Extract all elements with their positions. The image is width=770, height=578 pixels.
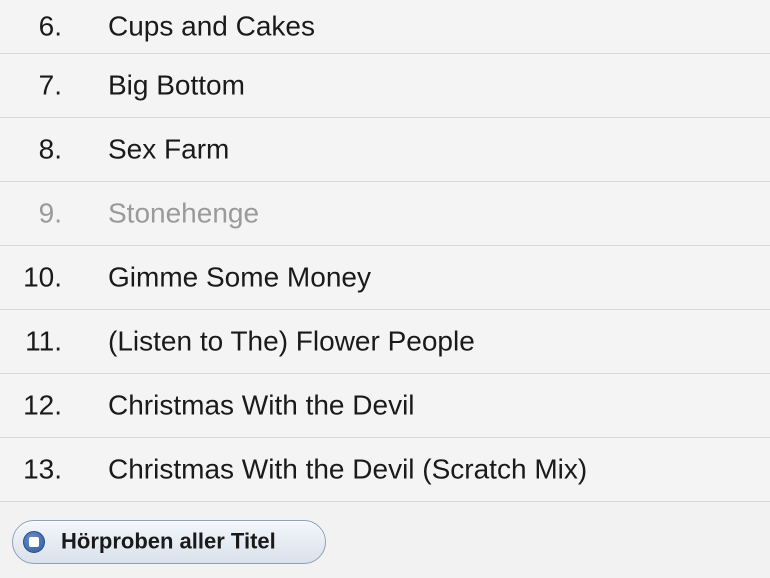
preview-all-label: Hörproben aller Titel <box>61 528 276 554</box>
track-number: 9. <box>38 196 62 228</box>
track-row-unavailable: 9. Stonehenge <box>0 182 770 246</box>
track-row[interactable]: 8. Sex Farm <box>0 118 770 182</box>
stop-icon <box>23 531 45 553</box>
track-title[interactable]: (Listen to The) Flower People <box>108 325 475 357</box>
track-row[interactable]: 12. Christmas With the Devil <box>0 374 770 438</box>
track-row[interactable]: 7. Big Bottom <box>0 54 770 118</box>
track-number: 12. <box>23 388 62 420</box>
track-row[interactable]: 13. Christmas With the Devil (Scratch Mi… <box>0 438 770 502</box>
track-number: 7. <box>38 68 62 100</box>
track-title: Stonehenge <box>108 196 260 228</box>
track-number: 8. <box>38 132 62 164</box>
track-row[interactable]: 6. Cups and Cakes <box>0 0 770 54</box>
track-title[interactable]: Sex Farm <box>108 133 229 165</box>
track-title[interactable]: Cups and Cakes <box>108 10 315 42</box>
track-number: 10. <box>23 260 62 292</box>
preview-all-button[interactable]: Hörproben aller Titel <box>12 520 326 564</box>
tracklist-footer: Hörproben aller Titel <box>0 511 770 578</box>
track-row[interactable]: 10. Gimme Some Money <box>0 246 770 310</box>
track-row[interactable]: 11. (Listen to The) Flower People <box>0 310 770 374</box>
track-title[interactable]: Gimme Some Money <box>108 261 371 293</box>
track-number: 13. <box>23 452 62 484</box>
track-list: 6. Cups and Cakes 7. Big Bottom 8. Sex F… <box>0 0 770 502</box>
track-title[interactable]: Christmas With the Devil (Scratch Mix) <box>108 453 587 485</box>
track-title[interactable]: Big Bottom <box>108 69 245 101</box>
track-number: 11. <box>25 324 62 356</box>
track-number: 6. <box>38 9 62 41</box>
track-title[interactable]: Christmas With the Devil <box>108 389 415 421</box>
